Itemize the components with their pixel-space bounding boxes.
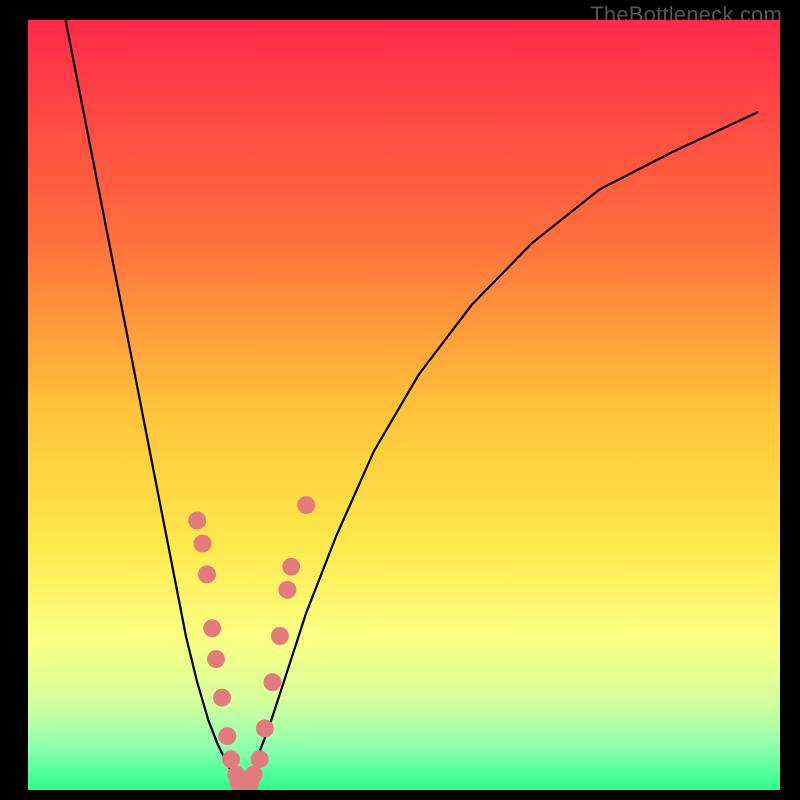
data-point [256, 719, 274, 737]
data-point [271, 627, 289, 645]
data-point [198, 565, 216, 583]
data-point [278, 581, 296, 599]
data-point [263, 673, 281, 691]
plot-area [28, 20, 780, 790]
data-point [245, 766, 263, 784]
chart-svg [28, 20, 780, 790]
chart-frame: TheBottleneck.com [0, 0, 800, 800]
data-point [218, 727, 236, 745]
data-point [251, 750, 269, 768]
data-point [282, 558, 300, 576]
data-point [203, 619, 221, 637]
data-point [188, 512, 206, 530]
data-point [222, 750, 240, 768]
data-point [207, 650, 225, 668]
data-point [194, 535, 212, 553]
data-point [213, 689, 231, 707]
data-point [297, 496, 315, 514]
